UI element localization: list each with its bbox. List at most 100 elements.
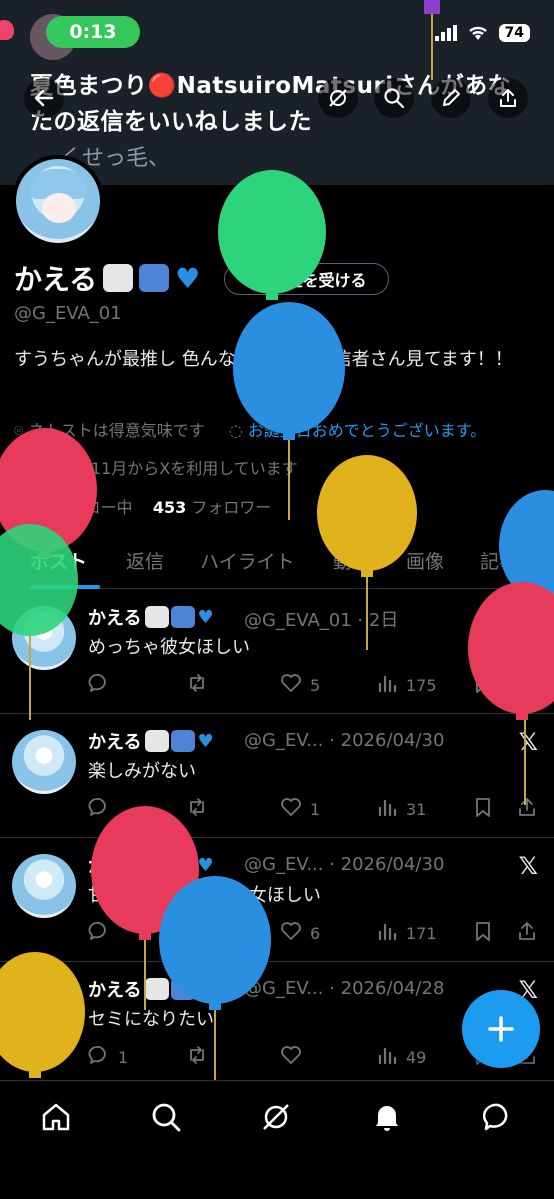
profile-handle: @G_EVA_01 <box>14 303 122 324</box>
tab-posts[interactable]: ポスト <box>30 547 87 574</box>
speech-bubble-icon <box>103 264 134 292</box>
reply-button[interactable] <box>88 672 118 698</box>
edit-button[interactable] <box>431 78 471 118</box>
repost-button[interactable] <box>186 796 208 822</box>
website-text[interactable]: お誕生日おめでとうございます。 <box>248 421 486 440</box>
nav-grok[interactable] <box>258 1099 294 1135</box>
verify-label: 認証を受ける <box>270 271 367 290</box>
back-button[interactable] <box>24 78 64 118</box>
followers-link[interactable]: 453 フォロワー <box>153 498 272 517</box>
post-actions: 6 171 <box>88 920 548 944</box>
share-button[interactable] <box>488 78 528 118</box>
post-text: セミになりたい <box>88 1009 214 1030</box>
tab-images[interactable]: 画像 <box>406 547 444 574</box>
back-arrow-icon <box>34 89 54 107</box>
following-count: 900 <box>14 498 48 517</box>
plus-icon <box>488 1016 514 1042</box>
share-button[interactable] <box>516 672 538 698</box>
tab-replies[interactable]: 返信 <box>126 547 164 574</box>
post-avatar[interactable] <box>12 606 76 670</box>
speech-bubble-icon <box>145 606 170 628</box>
tab-articles[interactable]: 記事 <box>480 547 518 574</box>
verified-badge-icon <box>247 271 264 287</box>
verify-button[interactable]: 認証を受ける <box>224 263 389 295</box>
blue-heart-icon: ♥ <box>197 606 214 628</box>
location-item: ⌾ ネトストは得意気味です <box>14 417 205 441</box>
profile-name: かえる ♥ <box>14 258 200 298</box>
bookmark-icon <box>472 796 494 822</box>
tab-videos[interactable]: 動画 <box>333 547 371 574</box>
views-button[interactable]: 171 <box>376 920 437 946</box>
repost-button[interactable] <box>186 672 208 698</box>
views-button[interactable]: 49 <box>376 1044 426 1070</box>
following-label: フォロー中 <box>52 498 133 517</box>
like-button[interactable]: 6 <box>280 920 320 946</box>
bookmark-button[interactable] <box>472 672 494 698</box>
search-icon <box>152 1103 181 1132</box>
following-link[interactable]: 900 フォロー中 <box>14 498 133 517</box>
view-count: 31 <box>406 799 427 819</box>
views-icon <box>376 672 398 698</box>
repost-icon <box>186 1044 208 1070</box>
status-icons: 74 <box>434 24 530 42</box>
followers-label: フォロワー <box>191 498 272 517</box>
like-button[interactable]: 1 <box>280 796 320 822</box>
repost-button[interactable] <box>186 1044 208 1070</box>
views-icon <box>376 796 398 822</box>
profile-bio: すうちゃんが最推し 色んなVTuberや配信者さん見てます！！ <box>14 349 513 370</box>
views-button[interactable]: 31 <box>376 796 426 822</box>
post-author: かえる ♥ <box>88 604 214 630</box>
profile-header: 0:13 74 夏色まつり🔴NatsuiroMatsuriさんがあなたの返信をい… <box>0 0 554 185</box>
like-button[interactable] <box>280 1044 310 1070</box>
tab-highlights[interactable]: ハイライト <box>200 547 295 574</box>
website-item[interactable]: ◌ お誕生日おめでとうございます。 <box>229 417 486 441</box>
reply-button[interactable] <box>88 920 118 946</box>
post-item[interactable]: かえる ♥ @G_EVA_01 · 2日 𝕏 めっちゃ彼女ほしい 5 175 <box>0 590 554 714</box>
speech-bubble-icon <box>145 978 170 1000</box>
like-button[interactable]: 5 <box>280 672 320 698</box>
reply-button[interactable]: 1 <box>88 1044 128 1070</box>
blue-heart-icon: ♥ <box>175 261 201 295</box>
post-author: かえる ♥ <box>88 976 214 1002</box>
post-item[interactable]: かえる ♥ @G_EV... · 2026/04/30 𝕏 甘やかしてくれる彼女… <box>0 838 554 962</box>
post-avatar[interactable] <box>12 854 76 918</box>
post-avatar[interactable] <box>12 978 76 1042</box>
bookmark-button[interactable] <box>472 920 494 946</box>
like-count: 1 <box>310 799 321 819</box>
repeat-icon <box>171 730 196 752</box>
share-icon <box>516 920 538 946</box>
bookmark-icon <box>472 920 494 946</box>
grok-button[interactable] <box>318 78 358 118</box>
post-avatar[interactable] <box>12 730 76 794</box>
nav-messages[interactable] <box>480 1099 516 1135</box>
post-author-name: かえる <box>88 608 142 629</box>
post-item[interactable]: かえる ♥ @G_EV... · 2026/04/30 𝕏 楽しみがない 1 3… <box>0 714 554 838</box>
nav-home[interactable] <box>38 1099 74 1135</box>
repost-button[interactable] <box>186 920 208 946</box>
profile-avatar[interactable] <box>12 155 104 247</box>
profile-tabs: ポスト 返信 ハイライト 動画 画像 記事 <box>0 533 554 589</box>
views-button[interactable]: 175 <box>376 672 437 698</box>
nav-notifications[interactable] <box>369 1099 405 1135</box>
blue-heart-icon: ♥ <box>197 854 214 876</box>
share-button[interactable] <box>516 920 538 946</box>
avatar-face <box>42 193 76 223</box>
repost-icon <box>186 672 208 698</box>
blue-heart-icon: ♥ <box>197 978 214 1000</box>
nav-search[interactable] <box>148 1099 184 1135</box>
post-meta: @G_EVA_01 · 2日 <box>244 610 399 631</box>
compose-button[interactable] <box>462 990 540 1068</box>
repeat-icon <box>139 264 170 292</box>
view-count: 171 <box>406 923 437 943</box>
share-button[interactable] <box>516 796 538 822</box>
message-icon <box>482 1103 508 1131</box>
heart-icon <box>280 920 302 946</box>
status-time: 0:13 <box>46 16 140 48</box>
bookmark-button[interactable] <box>472 796 494 822</box>
search-button[interactable] <box>374 78 414 118</box>
reply-button[interactable] <box>88 796 118 822</box>
post-meta: @G_EV... · 2026/04/30 <box>244 730 445 751</box>
repeat-icon <box>171 978 196 1000</box>
heart-icon <box>280 1044 302 1070</box>
followers-count: 453 <box>152 498 187 517</box>
